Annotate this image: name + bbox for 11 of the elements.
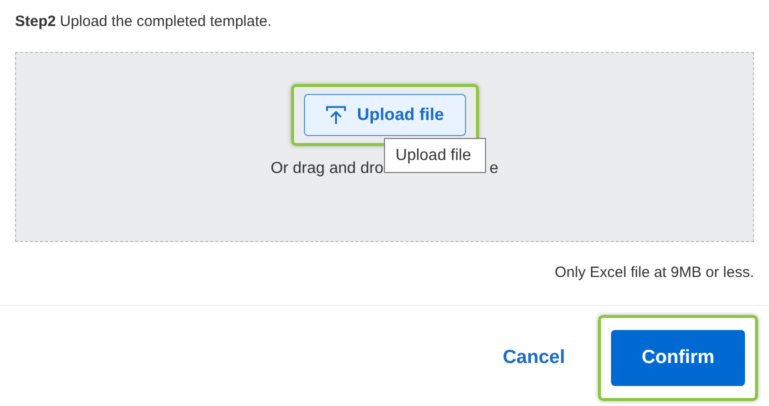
drop-hint: Or drag and dro bbox=[270, 160, 384, 178]
confirm-button[interactable]: Confirm bbox=[611, 330, 745, 386]
step-instruction: Upload the completed template. bbox=[60, 12, 272, 30]
cancel-button[interactable]: Cancel bbox=[502, 347, 565, 369]
upload-button[interactable]: Upload file bbox=[304, 94, 466, 136]
size-note: Only Excel file at 9MB or less. bbox=[554, 264, 754, 281]
step-label: Step2 bbox=[15, 12, 56, 30]
drop-zone[interactable]: Upload file Or drag and dro Upload file e bbox=[15, 52, 754, 242]
drop-hint: e bbox=[490, 160, 498, 178]
tooltip: Upload file bbox=[384, 138, 486, 173]
upload-icon bbox=[325, 105, 348, 125]
